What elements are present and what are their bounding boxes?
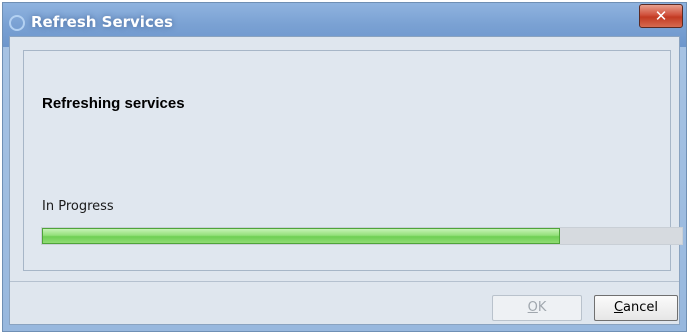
ok-button-mnemonic: O (527, 300, 538, 315)
progress-bar-fill (42, 228, 561, 244)
app-icon (9, 15, 25, 31)
refresh-services-dialog: Refresh Services ✕ Refreshing services I… (2, 2, 687, 332)
progress-status-label: In Progress (42, 199, 114, 214)
button-bar-separator (10, 281, 679, 282)
progress-bar (41, 227, 683, 245)
window-title: Refresh Services (31, 13, 173, 31)
close-button[interactable]: ✕ (639, 4, 683, 28)
close-icon: ✕ (654, 7, 668, 25)
cancel-button-label: ancel (623, 300, 659, 315)
dialog-client-area: Refreshing services In Progress OK Cance… (9, 36, 683, 325)
dialog-heading: Refreshing services (42, 95, 185, 112)
cancel-button[interactable]: Cancel (594, 295, 678, 321)
cancel-button-mnemonic: C (613, 300, 624, 315)
ok-button[interactable]: OK (492, 295, 582, 321)
ok-button-label: K (537, 300, 547, 315)
content-panel: Refreshing services In Progress (23, 50, 683, 271)
